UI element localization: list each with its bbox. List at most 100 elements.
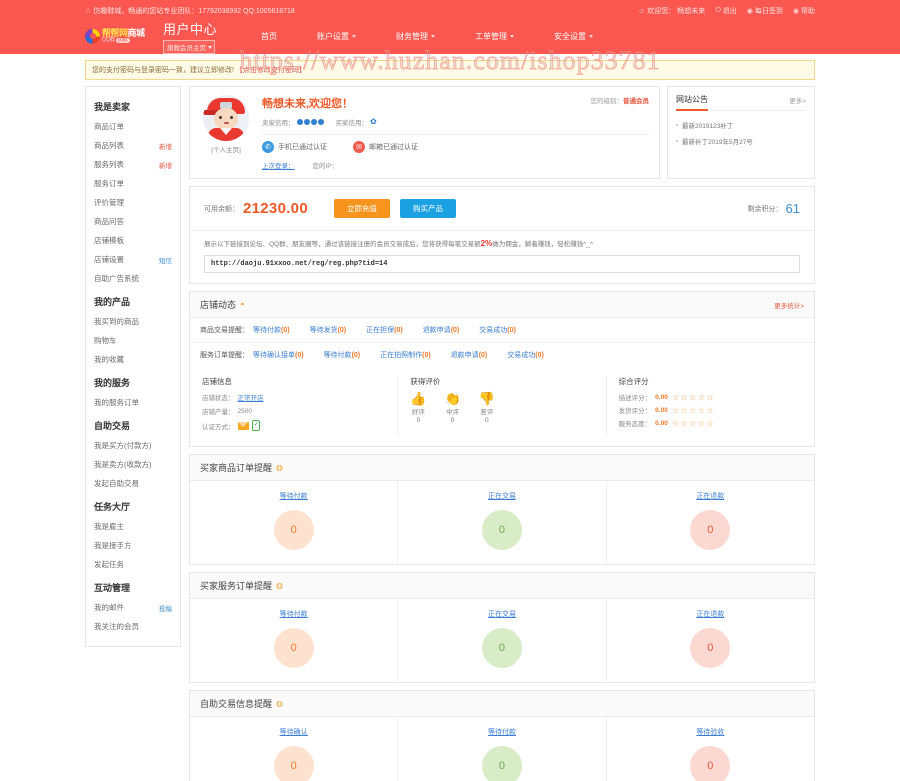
mail-cert-icon <box>237 421 249 430</box>
dynamic-link-2[interactable]: 正在担保(0) <box>366 325 403 335</box>
sidebar-item-3-2[interactable]: 发起自助交易 <box>86 474 180 493</box>
sidebar-item-0-2[interactable]: 服务列表 新增 <box>86 155 180 174</box>
sidebar-item-1-2[interactable]: 我的收藏 <box>86 350 180 369</box>
rating-item-1: 👏 中评 0 <box>445 391 461 424</box>
rating-name: 中评 <box>446 409 460 417</box>
shop-select[interactable]: 旗舰会员主页 <box>163 39 215 54</box>
panel-cell-count[interactable]: 0 <box>690 510 731 550</box>
sidebar-item-3-0[interactable]: 我是买方(付款方) <box>86 436 180 455</box>
dynamic-link-3[interactable]: 退款申请(0) <box>451 350 488 360</box>
sidebar-item-0-8[interactable]: 自助广告系统 <box>86 269 180 288</box>
score-line-2: 服务态度： 0.00 ☆☆☆☆☆ <box>619 418 802 429</box>
sidebar-item-label: 服务订单 <box>94 179 124 188</box>
nav-item-1[interactable]: 账户设置 <box>297 31 376 42</box>
affiliate-url[interactable]: http://daoju.91xxoo.net/reg/reg.php?tid=… <box>204 255 800 273</box>
buy-product-button[interactable]: 购买产品 <box>399 199 456 218</box>
sidebar-item-1-0[interactable]: 我买到的商品 <box>86 312 180 331</box>
nav-item-2[interactable]: 财务管理 <box>376 31 455 42</box>
panel-cell-label[interactable]: 正在退款 <box>607 609 814 619</box>
sidebar-item-0-7[interactable]: 店铺设置 短信 <box>86 250 180 269</box>
shop-dynamic-more[interactable]: 更多统计> <box>774 300 804 310</box>
daily-signin-button[interactable]: ◉ 每日签到 <box>747 6 783 16</box>
nav-item-4[interactable]: 安全设置 <box>534 31 613 42</box>
last-login-label[interactable]: 上次登录： <box>262 160 295 170</box>
phone-certified: ✆ 手机已通过认证 <box>262 141 327 153</box>
help-button[interactable]: ◉ 帮助 <box>793 6 815 16</box>
dynamic-link-4[interactable]: 交易成功(0) <box>479 325 516 335</box>
panel-cell-label[interactable]: 正在退款 <box>607 491 814 501</box>
dynamic-link-text: 正在拍照制作 <box>380 352 423 359</box>
dynamic-row-0: 商品交易提醒： 等待付款(0) 等待发货(0) 正在担保(0) 退款申请(0) 交易成功(… <box>190 318 814 342</box>
sidebar-item-0-0[interactable]: 商品订单 <box>86 117 180 136</box>
site-notice-list: 最新2019123补丁 最新补丁2019年5月27号 <box>676 117 806 149</box>
chevron-down-icon <box>510 34 515 38</box>
shop-status-value[interactable]: 正常开店 <box>238 392 264 402</box>
site-notice-more[interactable]: 更多> <box>789 95 806 105</box>
sidebar-item-4-1[interactable]: 我是接手方 <box>86 536 180 555</box>
sidebar-item-0-5[interactable]: 商品问答 <box>86 212 180 231</box>
panel-cell-count[interactable]: 0 <box>481 746 522 781</box>
page-root: ☆ 仿趣鞋城，畅通的您站专业团队：17792038992 QQ:10056187… <box>0 0 900 781</box>
sidebar-item-0-4[interactable]: 评价管理 <box>86 193 180 212</box>
panel-cell-label[interactable]: 等待付款 <box>398 727 605 737</box>
avatar[interactable] <box>203 95 249 141</box>
panel-cell-label[interactable]: 等待验收 <box>607 727 814 737</box>
user-center-title: 用户中心 <box>163 21 218 37</box>
sidebar-group-title: 我的产品 <box>94 297 131 307</box>
nav-item-0[interactable]: 首页 <box>241 31 297 42</box>
star-rating-icon: ☆☆☆☆☆ <box>671 392 716 402</box>
dynamic-link-2[interactable]: 正在拍照制作(0) <box>380 350 431 360</box>
panel-cell-count[interactable]: 0 <box>481 510 522 550</box>
sidebar-item-2-0[interactable]: 我的服务订单 <box>86 393 180 412</box>
score-value: 0.00 <box>655 419 668 427</box>
nav-item-label: 财务管理 <box>396 31 429 41</box>
dynamic-link-1[interactable]: 等待发货(0) <box>310 325 347 335</box>
nav-item-3[interactable]: 工单管理 <box>455 31 534 42</box>
panel-cell-label[interactable]: 等待付款 <box>190 609 397 619</box>
sidebar-item-4-2[interactable]: 发起任务 <box>86 555 180 574</box>
panel-cell-2: 正在退款 0 <box>605 599 814 682</box>
question-icon: ◉ <box>792 8 799 15</box>
dynamic-link-count: (0) <box>281 327 290 334</box>
panel-cell-label[interactable]: 等待付款 <box>190 491 397 501</box>
dynamic-link-0[interactable]: 等待付款(0) <box>253 325 290 335</box>
points-value: 61 <box>785 201 800 216</box>
sidebar-item-5-0[interactable]: 我的邮件 投稿 <box>86 598 180 617</box>
panel-cell-label[interactable]: 正在交易 <box>398 491 605 501</box>
shop-stats: 店铺信息 店铺状态： 正常开店 店铺产量： 2500 认证方式： ✓ 获得评价 … <box>190 367 814 446</box>
shop-output-value: 2500 <box>237 407 252 415</box>
rating-name: 好评 <box>411 409 425 417</box>
sidebar-item-0-6[interactable]: 店铺模板 <box>86 231 180 250</box>
sidebar-item-0-1[interactable]: 商品列表 新增 <box>86 136 180 155</box>
panel-cell-count[interactable]: 0 <box>481 628 522 668</box>
logout-button[interactable]: ⏻ 退出 <box>715 6 737 16</box>
sidebar-item-5-1[interactable]: 我关注的会员 <box>86 617 180 636</box>
panel-cell-count[interactable]: 0 <box>273 746 314 781</box>
points-label: 剩余积分： <box>747 205 783 213</box>
personal-homepage-link[interactable]: [个人主页] <box>200 144 252 154</box>
dynamic-link-3[interactable]: 退款申请(0) <box>423 325 460 335</box>
notice-wrap: 您的支付密码与登录密码一致，建议立即修改! 【点击修改支付密码】 <box>85 60 815 80</box>
dynamic-link-0[interactable]: 等待确认接单(0) <box>253 350 304 360</box>
panel-cells: 等待付款 0 正在交易 0 正在退款 0 <box>190 599 814 682</box>
panel-cell-label[interactable]: 等待确认 <box>190 727 397 737</box>
sidebar-item-0-3[interactable]: 服务订单 <box>86 174 180 193</box>
panel-cell-label[interactable]: 正在交易 <box>398 609 605 619</box>
panel-cell-count[interactable]: 0 <box>690 746 731 781</box>
site-notice-item[interactable]: 最新2019123补丁 <box>676 117 806 133</box>
panel-cell-count[interactable]: 0 <box>273 628 314 668</box>
sidebar-item-1-1[interactable]: 购物车 <box>86 331 180 350</box>
score-line-0: 描述评分： 0.00 ☆☆☆☆☆ <box>619 392 802 403</box>
dynamic-link-4[interactable]: 交易成功(0) <box>507 350 544 360</box>
site-logo[interactable]: 帮帮网商城 QQ群 加群 <box>85 22 147 50</box>
dynamic-link-1[interactable]: 等待付款(0) <box>324 350 361 360</box>
sidebar-item-3-1[interactable]: 我是卖方(收款方) <box>86 455 180 474</box>
panel-cell-count[interactable]: 0 <box>690 628 731 668</box>
panel-cell-count[interactable]: 0 <box>273 510 314 550</box>
site-notice-item[interactable]: 最新补丁2019年5月27号 <box>676 133 806 149</box>
panel-cell-0: 等待付款 0 <box>190 481 397 564</box>
change-password-link[interactable]: 【点击修改支付密码】 <box>236 67 306 74</box>
recharge-button[interactable]: 立即充值 <box>333 199 390 218</box>
member-level: 您的级别：普通会员 <box>591 95 650 105</box>
sidebar-item-4-0[interactable]: 我是雇主 <box>86 517 180 536</box>
